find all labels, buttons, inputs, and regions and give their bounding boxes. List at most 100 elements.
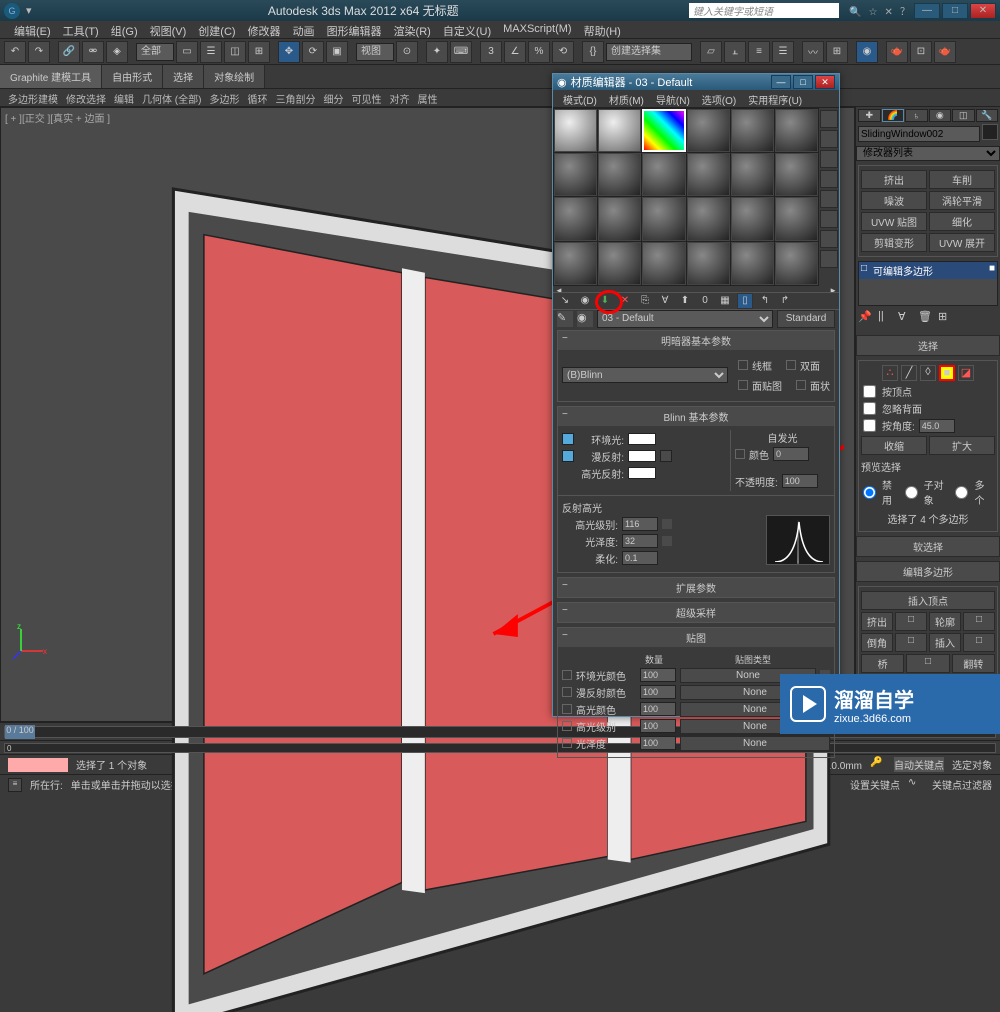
sub-icon[interactable]: ☆ bbox=[869, 7, 878, 18]
btn-bridge[interactable]: 桥 bbox=[861, 654, 904, 673]
me-slot-18[interactable] bbox=[775, 197, 818, 240]
me-min-button[interactable]: — bbox=[771, 75, 791, 89]
rotate-button[interactable]: ⟳ bbox=[302, 41, 324, 63]
me-slot-11[interactable] bbox=[731, 153, 774, 196]
modifier-list[interactable]: 修改器列表 bbox=[856, 146, 1000, 161]
sub-subdiv[interactable]: 细分 bbox=[319, 89, 347, 106]
map2-amt[interactable] bbox=[640, 702, 676, 716]
material-editor-button[interactable]: ◉ bbox=[856, 41, 878, 63]
me-slot-5[interactable] bbox=[731, 109, 774, 152]
undo-button[interactable]: ↶ bbox=[4, 41, 26, 63]
me-name-input[interactable]: 03 - Default bbox=[597, 310, 773, 328]
subobj-vertex-icon[interactable]: ∴ bbox=[882, 365, 898, 381]
render-button[interactable]: 🫖 bbox=[934, 41, 956, 63]
me-max-button[interactable]: □ bbox=[793, 75, 813, 89]
me-goparent-icon[interactable]: ↰ bbox=[757, 293, 773, 309]
render-frame-button[interactable]: ⊡ bbox=[910, 41, 932, 63]
autokey-button[interactable]: 自动关键点 bbox=[894, 757, 944, 772]
me-vc-icon[interactable] bbox=[820, 190, 838, 208]
track-bar[interactable]: 0 bbox=[0, 740, 1000, 754]
mirror-button[interactable]: ▱ bbox=[700, 41, 722, 63]
me-slot-10[interactable] bbox=[687, 153, 730, 196]
me-blinn-header[interactable]: Blinn 基本参数 bbox=[558, 407, 834, 426]
sub-modsel[interactable]: 修改选择 bbox=[62, 89, 110, 106]
me-menu-nav[interactable]: 导航(N) bbox=[650, 90, 696, 107]
ribbon-tab-paint[interactable]: 对象绘制 bbox=[204, 65, 265, 88]
me-slot-14[interactable] bbox=[598, 197, 641, 240]
manipulate-button[interactable]: ✦ bbox=[426, 41, 448, 63]
btn-refine[interactable]: 细化 bbox=[929, 212, 995, 231]
map3-amt[interactable] bbox=[640, 719, 676, 733]
btn-uvwunwrap[interactable]: UVW 展开 bbox=[929, 233, 995, 252]
curve-editor-button[interactable]: 〰 bbox=[802, 41, 824, 63]
me-slot-13[interactable] bbox=[554, 197, 597, 240]
gloss-map-icon[interactable] bbox=[662, 536, 672, 546]
me-bg-icon[interactable] bbox=[820, 150, 838, 168]
diffuse-map-icon[interactable] bbox=[660, 450, 672, 462]
qat-arrow-icon[interactable]: ▾ bbox=[26, 4, 32, 17]
ref-coord[interactable]: 视图 bbox=[356, 43, 394, 61]
me-slot-12[interactable] bbox=[775, 153, 818, 196]
me-sample-type-icon[interactable] bbox=[820, 110, 838, 128]
ribbon-tab-selection[interactable]: 选择 bbox=[163, 65, 204, 88]
map2-check[interactable] bbox=[562, 704, 572, 714]
angle-input[interactable] bbox=[919, 419, 955, 433]
menu-render[interactable]: 渲染(R) bbox=[388, 21, 437, 38]
me-slot-17[interactable] bbox=[731, 197, 774, 240]
wire-check[interactable] bbox=[738, 360, 748, 370]
ambient-swatch[interactable] bbox=[628, 433, 656, 445]
me-select-icon[interactable] bbox=[820, 230, 838, 248]
btn-flip[interactable]: 翻转 bbox=[952, 654, 995, 673]
gloss-input[interactable] bbox=[622, 534, 658, 548]
me-uvtile-icon[interactable] bbox=[820, 170, 838, 188]
menu-customize[interactable]: 自定义(U) bbox=[437, 21, 497, 38]
keymode-icon[interactable]: ∿ bbox=[908, 777, 924, 793]
by-vertex-check[interactable] bbox=[863, 385, 876, 398]
tab-display-icon[interactable]: ◫ bbox=[952, 109, 975, 122]
me-slot-2[interactable] bbox=[598, 109, 641, 152]
pv-sub-radio[interactable] bbox=[905, 486, 918, 499]
modifier-stack[interactable]: □ 可编辑多边形 ■ bbox=[858, 261, 998, 306]
stack-remove-icon[interactable]: 🗑 bbox=[918, 310, 936, 328]
me-slot-19[interactable] bbox=[554, 242, 597, 285]
map1-amt[interactable] bbox=[640, 685, 676, 699]
me-slot-3[interactable] bbox=[642, 109, 685, 152]
me-super-header[interactable]: 超级采样 bbox=[558, 603, 834, 622]
me-menu-util[interactable]: 实用程序(U) bbox=[742, 90, 808, 107]
menu-edit[interactable]: 编辑(E) bbox=[8, 21, 57, 38]
prompt-toggle-icon[interactable]: ≡ bbox=[8, 778, 22, 792]
me-shader-header[interactable]: 明暗器基本参数 bbox=[558, 331, 834, 350]
me-pick2-icon[interactable]: ◉ bbox=[577, 311, 593, 327]
me-putlib-icon[interactable]: ⬆ bbox=[677, 293, 693, 309]
snap-button[interactable]: 3 bbox=[480, 41, 502, 63]
sub-edit[interactable]: 编辑 bbox=[110, 89, 138, 106]
menu-help[interactable]: 帮助(H) bbox=[578, 21, 627, 38]
setkey-button[interactable]: 设置关键点 bbox=[850, 777, 900, 792]
sub-polymodel[interactable]: 多边形建模 bbox=[4, 89, 62, 106]
btn-noise[interactable]: 噪波 bbox=[861, 191, 927, 210]
sub-vis[interactable]: 可见性 bbox=[347, 89, 385, 106]
map4-amt[interactable] bbox=[640, 736, 676, 750]
btn-bevel[interactable]: 倒角 bbox=[861, 633, 893, 652]
soften-input[interactable] bbox=[622, 551, 658, 565]
speclvl-map-icon[interactable] bbox=[662, 519, 672, 529]
btn-bridge-set[interactable]: □ bbox=[906, 654, 949, 673]
stack-editable-poly[interactable]: □ 可编辑多边形 ■ bbox=[859, 262, 997, 279]
angle-snap-button[interactable]: ∠ bbox=[504, 41, 526, 63]
menu-animation[interactable]: 动画 bbox=[287, 21, 321, 38]
map3-check[interactable] bbox=[562, 721, 572, 731]
help-icon[interactable]: ？ bbox=[900, 7, 910, 18]
diffuse-lock-icon[interactable] bbox=[562, 450, 574, 462]
viewport-label[interactable]: [ + ][正交 ][真实 + 边面 ] bbox=[5, 110, 110, 125]
help-search-input[interactable]: 键入关键字或短语 bbox=[689, 3, 839, 18]
scale-button[interactable]: ▣ bbox=[326, 41, 348, 63]
ambient-lock-icon[interactable] bbox=[562, 433, 574, 445]
btn-turbosmooth[interactable]: 涡轮平滑 bbox=[929, 191, 995, 210]
link-button[interactable]: 🔗 bbox=[58, 41, 80, 63]
menu-create[interactable]: 创建(C) bbox=[192, 21, 241, 38]
btn-extrude2-set[interactable]: □ bbox=[895, 612, 927, 631]
btn-expand[interactable]: 扩大 bbox=[929, 436, 995, 455]
map4-slot[interactable]: None bbox=[680, 736, 830, 751]
tab-utilities-icon[interactable]: 🔧 bbox=[976, 109, 999, 122]
menu-group[interactable]: 组(G) bbox=[105, 21, 144, 38]
